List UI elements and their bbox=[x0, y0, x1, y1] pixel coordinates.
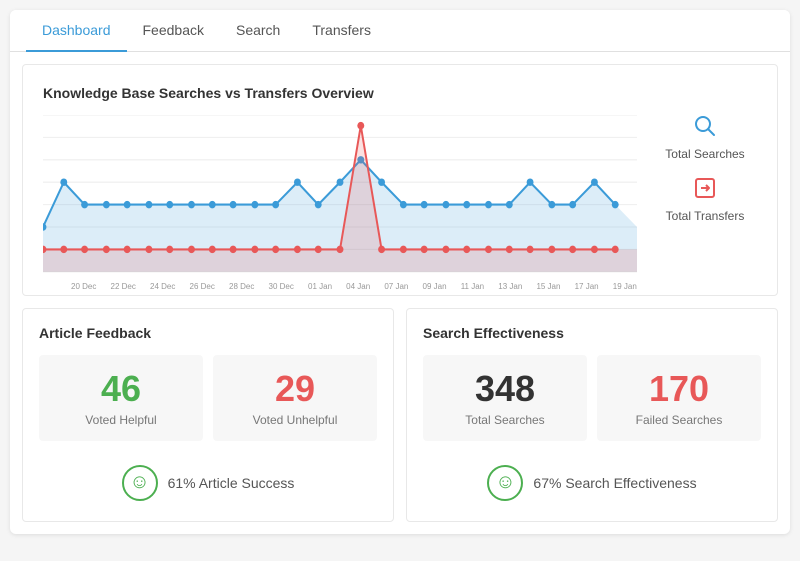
search-effectiveness-pct: 67% Search Effectiveness bbox=[533, 475, 696, 491]
article-success-row: ☺ 61% Article Success bbox=[39, 455, 377, 505]
article-feedback-title: Article Feedback bbox=[39, 325, 377, 341]
legend-searches: Total Searches bbox=[653, 115, 757, 161]
legend-transfers: Total Transfers bbox=[653, 177, 757, 223]
chart-title: Knowledge Base Searches vs Transfers Ove… bbox=[43, 85, 757, 101]
tab-bar: Dashboard Feedback Search Transfers bbox=[10, 10, 790, 52]
chart-svg bbox=[43, 115, 637, 275]
search-smiley-icon: ☺ bbox=[487, 465, 523, 501]
panels-row: Article Feedback 46 Voted Helpful 29 Vot… bbox=[10, 308, 790, 534]
article-smiley-icon: ☺ bbox=[122, 465, 158, 501]
search-effectiveness-title: Search Effectiveness bbox=[423, 325, 761, 341]
unhelpful-count: 29 bbox=[223, 369, 367, 409]
unhelpful-label: Voted Unhelpful bbox=[223, 413, 367, 427]
tab-transfers[interactable]: Transfers bbox=[296, 10, 387, 52]
helpful-stat-box: 46 Voted Helpful bbox=[39, 355, 203, 441]
article-feedback-panel: Article Feedback 46 Voted Helpful 29 Vot… bbox=[22, 308, 394, 522]
article-success-pct: 61% Article Success bbox=[168, 475, 295, 491]
transfers-legend-label: Total Transfers bbox=[666, 209, 745, 223]
total-searches-count: 348 bbox=[433, 369, 577, 409]
searches-legend-label: Total Searches bbox=[665, 147, 744, 161]
tab-search[interactable]: Search bbox=[220, 10, 296, 52]
x-axis-labels: 20 Dec22 Dec24 Dec26 Dec28 Dec 30 Dec01 … bbox=[43, 282, 637, 291]
chart-wrapper: 20 Dec22 Dec24 Dec26 Dec28 Dec 30 Dec01 … bbox=[43, 115, 757, 275]
failed-searches-stat-box: 170 Failed Searches bbox=[597, 355, 761, 441]
search-effectiveness-row: ☺ 67% Search Effectiveness bbox=[423, 455, 761, 505]
helpful-label: Voted Helpful bbox=[49, 413, 193, 427]
chart-section: Knowledge Base Searches vs Transfers Ove… bbox=[22, 64, 778, 296]
failed-searches-count: 170 bbox=[607, 369, 751, 409]
search-effectiveness-panel: Search Effectiveness 348 Total Searches … bbox=[406, 308, 778, 522]
total-searches-label: Total Searches bbox=[433, 413, 577, 427]
search-stat-boxes: 348 Total Searches 170 Failed Searches bbox=[423, 355, 761, 441]
feedback-stat-boxes: 46 Voted Helpful 29 Voted Unhelpful bbox=[39, 355, 377, 441]
unhelpful-stat-box: 29 Voted Unhelpful bbox=[213, 355, 377, 441]
main-container: Dashboard Feedback Search Transfers Know… bbox=[10, 10, 790, 534]
chart-area: 20 Dec22 Dec24 Dec26 Dec28 Dec 30 Dec01 … bbox=[43, 115, 637, 275]
chart-legend: Total Searches Total Transfers bbox=[637, 115, 757, 223]
tab-feedback[interactable]: Feedback bbox=[127, 10, 220, 52]
search-legend-icon bbox=[694, 115, 716, 143]
total-searches-stat-box: 348 Total Searches bbox=[423, 355, 587, 441]
tab-dashboard[interactable]: Dashboard bbox=[26, 10, 127, 52]
failed-searches-label: Failed Searches bbox=[607, 413, 751, 427]
transfer-legend-icon bbox=[694, 177, 716, 205]
helpful-count: 46 bbox=[49, 369, 193, 409]
